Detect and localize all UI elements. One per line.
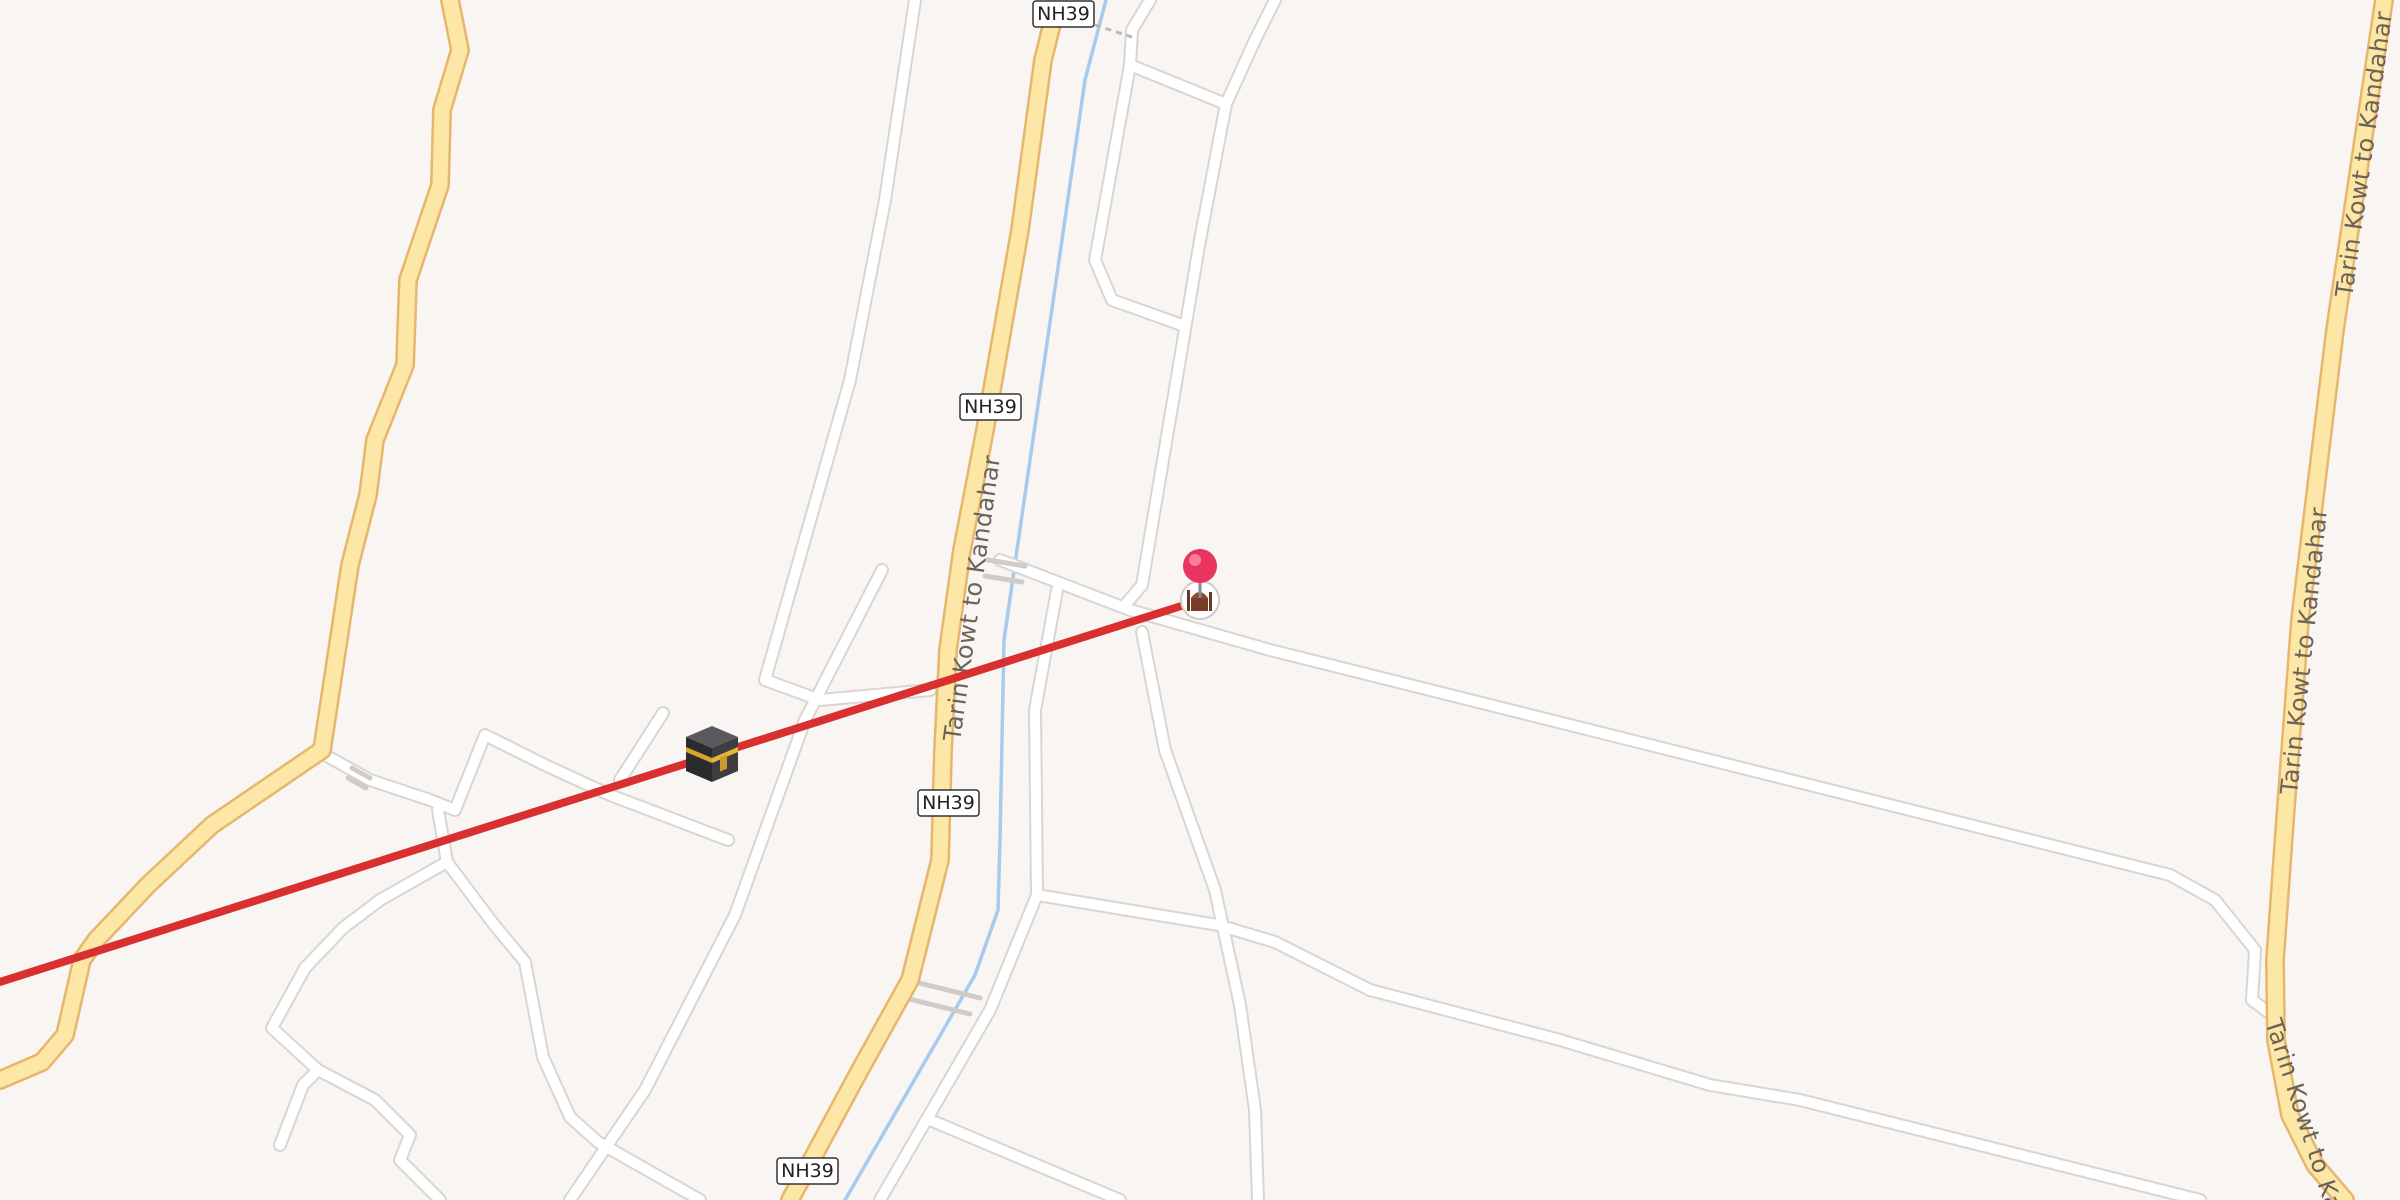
route-shield-top: NH39 — [1032, 0, 1095, 28]
route-shield-middle: NH39 — [917, 789, 980, 817]
svg-text:NH39: NH39 — [781, 1160, 834, 1182]
route-shield-bottom: NH39 — [776, 1157, 839, 1185]
kaaba-icon[interactable] — [686, 726, 738, 782]
svg-text:NH39: NH39 — [922, 792, 975, 814]
route-shield-upper: NH39 — [959, 393, 1022, 421]
svg-text:NH39: NH39 — [964, 396, 1017, 418]
map-canvas[interactable]: Tarin Kowt to Kandahar Tarin Kowt to Kan… — [0, 0, 2400, 1200]
svg-text:NH39: NH39 — [1037, 3, 1090, 25]
